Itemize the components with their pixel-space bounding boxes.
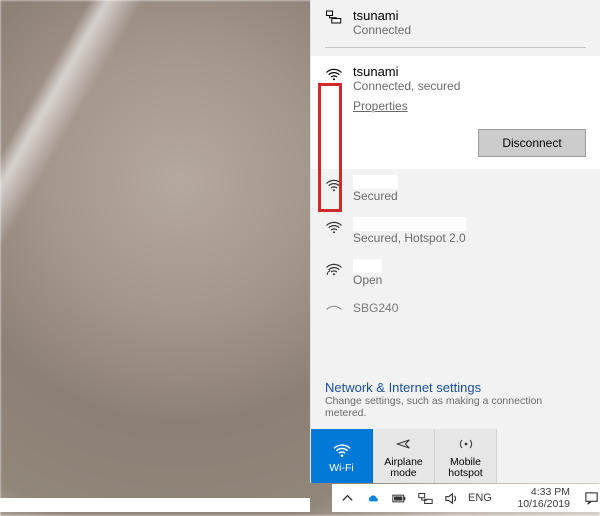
disconnect-button[interactable]: Disconnect bbox=[478, 129, 586, 157]
ethernet-icon bbox=[325, 10, 343, 27]
settings-title: Network & Internet settings bbox=[325, 380, 586, 395]
network-security: Open bbox=[353, 273, 382, 287]
network-flyout: tsunami Connected tsunami Connected, sec… bbox=[310, 0, 600, 483]
other-networks: Secured Secured, Hotspot 2.0 Open bbox=[311, 169, 600, 376]
wifi-properties-link[interactable]: Properties bbox=[353, 99, 408, 113]
date: 10/16/2019 bbox=[517, 498, 570, 510]
network-item[interactable]: Secured bbox=[311, 169, 600, 211]
network-item[interactable]: Secured, Hotspot 2.0 bbox=[311, 211, 600, 253]
network-name: SBG240 bbox=[353, 301, 398, 315]
network-tray-icon[interactable] bbox=[416, 489, 434, 507]
wifi-icon bbox=[325, 177, 343, 196]
wifi-selected[interactable]: tsunami Connected, secured Properties Di… bbox=[311, 56, 600, 169]
page-whitespace bbox=[0, 498, 310, 512]
quick-tiles: Wi-Fi Airplane mode Mobile hotspot bbox=[311, 429, 600, 483]
wifi-open-icon bbox=[325, 261, 343, 280]
network-security: Secured, Hotspot 2.0 bbox=[353, 231, 466, 245]
tile-label: Airplane mode bbox=[373, 457, 434, 479]
action-center-icon[interactable] bbox=[582, 489, 600, 507]
tile-label: Mobile hotspot bbox=[435, 457, 496, 479]
tile-label: Wi-Fi bbox=[329, 463, 354, 474]
taskbar-tray: ENG 4:33 PM 10/16/2019 bbox=[332, 484, 600, 512]
network-item-partial[interactable]: SBG240 bbox=[311, 295, 600, 322]
time: 4:33 PM bbox=[517, 486, 570, 498]
wifi-name: tsunami bbox=[353, 64, 586, 79]
language-indicator[interactable]: ENG bbox=[468, 492, 492, 504]
airplane-icon bbox=[394, 433, 414, 455]
tray-chevron-up-icon[interactable] bbox=[338, 489, 356, 507]
volume-icon[interactable] bbox=[442, 489, 460, 507]
battery-icon[interactable] bbox=[390, 489, 408, 507]
onedrive-icon[interactable] bbox=[364, 489, 382, 507]
hotspot-icon bbox=[456, 433, 476, 455]
wifi-status: Connected, secured bbox=[353, 79, 586, 93]
wifi-icon bbox=[332, 439, 352, 461]
network-settings-link[interactable]: Network & Internet settings Change setti… bbox=[311, 376, 600, 419]
wifi-tile[interactable]: Wi-Fi bbox=[311, 429, 373, 483]
clock[interactable]: 4:33 PM 10/16/2019 bbox=[517, 486, 574, 510]
network-name bbox=[353, 259, 382, 273]
airplane-tile[interactable]: Airplane mode bbox=[373, 429, 435, 483]
network-name bbox=[353, 217, 466, 231]
wifi-icon bbox=[325, 219, 343, 238]
hotspot-tile[interactable]: Mobile hotspot bbox=[435, 429, 497, 483]
ethernet-status: Connected bbox=[353, 23, 411, 37]
wifi-icon bbox=[325, 66, 343, 113]
separator bbox=[325, 47, 586, 48]
network-item[interactable]: Open bbox=[311, 253, 600, 295]
ethernet-row[interactable]: tsunami Connected bbox=[311, 0, 600, 47]
network-security: Secured bbox=[353, 189, 398, 203]
ethernet-name: tsunami bbox=[353, 8, 411, 23]
settings-subtitle: Change settings, such as making a connec… bbox=[325, 395, 586, 419]
network-name bbox=[353, 175, 398, 189]
wifi-icon bbox=[325, 303, 343, 322]
